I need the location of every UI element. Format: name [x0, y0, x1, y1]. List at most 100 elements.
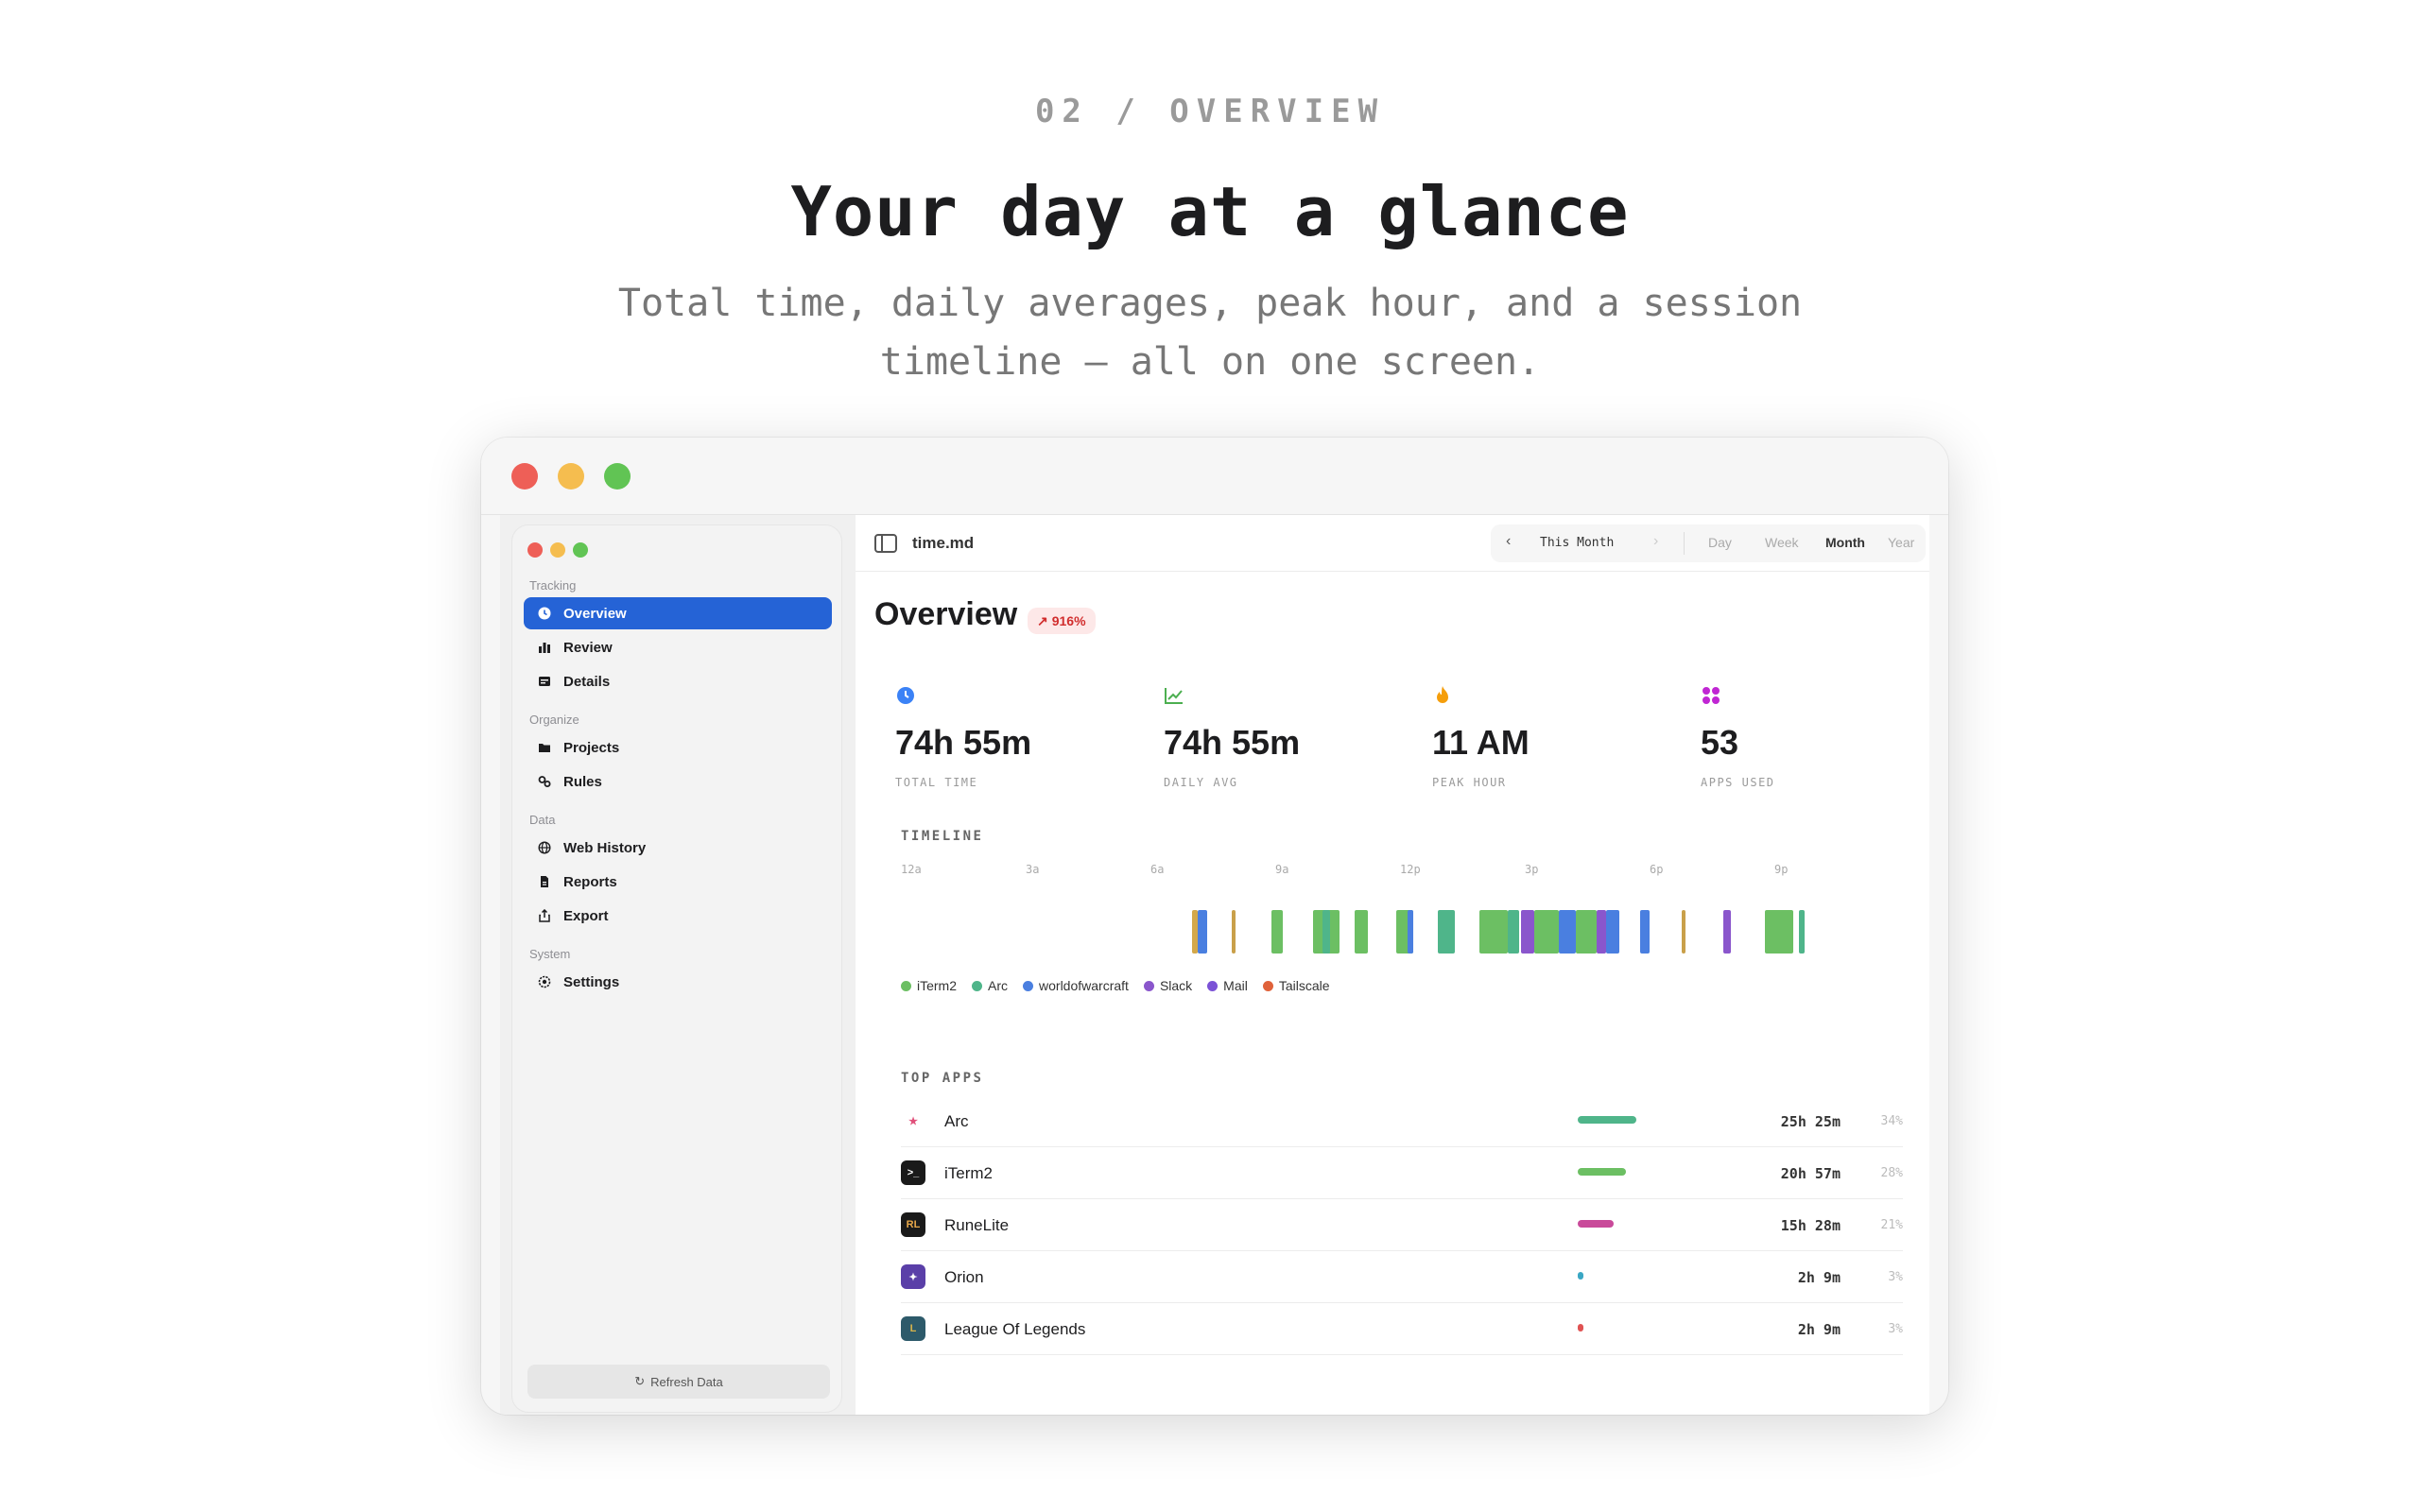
trend-icon — [1164, 685, 1184, 706]
app-row[interactable]: >_ iTerm2 20h 57m 28% — [901, 1147, 1903, 1199]
app-name: Orion — [944, 1268, 984, 1286]
session-bar[interactable] — [1799, 910, 1805, 954]
session-bar[interactable] — [1355, 910, 1368, 954]
toolbar: time.md ‹ This Month › Day Week Month Ye… — [856, 515, 1929, 572]
top-apps-label: TOP APPS — [901, 1071, 984, 1086]
stat-value: 74h 55m — [1164, 723, 1301, 762]
hour-tick: 6p — [1650, 863, 1664, 876]
clock-icon — [895, 685, 916, 706]
hour-tick: 12p — [1400, 863, 1421, 876]
next-period-button[interactable]: › — [1653, 533, 1658, 550]
sidebar-item-review[interactable]: Review — [524, 631, 832, 663]
app-time: 25h 25m — [1780, 1113, 1841, 1130]
period-week[interactable]: Week — [1765, 535, 1799, 550]
session-bar[interactable] — [1322, 910, 1330, 954]
session-bar[interactable] — [1198, 910, 1207, 954]
legend-item: Mail — [1207, 978, 1248, 993]
app-row[interactable]: RL RuneLite 15h 28m 21% — [901, 1199, 1903, 1251]
document-icon — [537, 874, 552, 889]
app-icon: ✦ — [901, 1264, 925, 1289]
app-row[interactable]: ★ Arc 25h 25m 34% — [901, 1095, 1903, 1147]
app-time: 2h 9m — [1797, 1269, 1841, 1286]
clock-icon — [537, 606, 552, 621]
session-bar[interactable] — [1479, 910, 1508, 954]
app-percent: 21% — [1880, 1218, 1903, 1232]
legend-label: Slack — [1159, 978, 1193, 993]
app-time: 20h 57m — [1780, 1165, 1841, 1182]
sidebar-item-projects[interactable]: Projects — [524, 731, 832, 764]
legend-item: Tailscale — [1262, 978, 1330, 993]
app-percent: 34% — [1880, 1114, 1903, 1128]
change-badge: ↗ 916% — [1028, 608, 1096, 634]
legend-label: Tailscale — [1278, 978, 1330, 993]
session-bar[interactable] — [1408, 910, 1413, 954]
session-bar[interactable] — [1723, 910, 1731, 954]
session-bar[interactable] — [1271, 910, 1283, 954]
session-bar[interactable] — [1534, 910, 1559, 954]
hour-tick: 9p — [1774, 863, 1789, 876]
sidebar-item-label: Overview — [563, 605, 627, 622]
usage-bar — [1578, 1324, 1583, 1332]
previous-period-button[interactable]: ‹ — [1506, 533, 1511, 550]
sidebar-section-label: System — [529, 947, 571, 961]
sidebar-toggle-icon[interactable] — [874, 534, 897, 553]
session-bar[interactable] — [1682, 910, 1685, 954]
app-row[interactable]: ✦ Orion 2h 9m 3% — [901, 1251, 1903, 1303]
sidebar-item-settings[interactable]: Settings — [524, 966, 832, 998]
refresh-label: Refresh Data — [650, 1374, 723, 1389]
session-bar[interactable] — [1521, 910, 1534, 954]
period-year[interactable]: Year — [1888, 535, 1914, 550]
legend-dot — [1207, 980, 1219, 991]
legend-label: Mail — [1223, 978, 1248, 993]
stat-daily-avg: 74h 55m DAILY AVG — [1164, 685, 1409, 789]
sidebar-item-overview[interactable]: Overview — [524, 597, 832, 629]
inner-zoom-button[interactable] — [573, 542, 588, 558]
session-bar[interactable] — [1597, 910, 1606, 954]
arrow-up-right-icon: ↗ — [1037, 612, 1048, 628]
usage-bar — [1578, 1220, 1615, 1228]
session-bar[interactable] — [1559, 910, 1576, 954]
gear-icon — [537, 974, 552, 989]
app-icon: L — [901, 1316, 925, 1341]
legend-dot — [1143, 980, 1154, 991]
hour-tick: 9a — [1275, 863, 1289, 876]
legend-item: Arc — [972, 978, 1008, 993]
legend-label: iTerm2 — [917, 978, 958, 993]
app-window: Tracking Overview Review Details Organiz… — [481, 438, 1948, 1415]
app-name: Arc — [944, 1112, 969, 1130]
sidebar-item-export[interactable]: Export — [524, 900, 832, 932]
zoom-window-button[interactable] — [604, 463, 631, 490]
app-icon: RL — [901, 1212, 925, 1237]
legend-label: Arc — [988, 978, 1009, 993]
period-month[interactable]: Month — [1825, 535, 1865, 550]
sidebar-item-label: Settings — [563, 973, 620, 990]
period-day[interactable]: Day — [1708, 535, 1732, 550]
sidebar-item-reports[interactable]: Reports — [524, 866, 832, 898]
sidebar-item-rules[interactable]: Rules — [524, 765, 832, 798]
session-bar[interactable] — [1232, 910, 1236, 954]
session-bar[interactable] — [1576, 910, 1597, 954]
session-bar[interactable] — [1508, 910, 1519, 954]
session-bar[interactable] — [1438, 910, 1455, 954]
refresh-data-button[interactable]: ↻ Refresh Data — [527, 1365, 830, 1399]
minimize-window-button[interactable] — [558, 463, 584, 490]
app-name: RuneLite — [944, 1216, 1010, 1234]
sidebar-item-web-history[interactable]: Web History — [524, 832, 832, 864]
session-bar[interactable] — [1640, 910, 1650, 954]
stat-value: 11 AM — [1432, 723, 1530, 762]
app-name: League Of Legends — [944, 1320, 1086, 1338]
inner-close-button[interactable] — [527, 542, 543, 558]
app-time: 15h 28m — [1780, 1217, 1841, 1234]
section-kicker: 02 / OVERVIEW — [1034, 93, 1386, 130]
range-label: This Month — [1540, 536, 1615, 550]
sidebar-item-label: Rules — [563, 773, 602, 790]
grid-icon — [1701, 685, 1721, 706]
session-bar[interactable] — [1606, 910, 1619, 954]
session-bar[interactable] — [1765, 910, 1793, 954]
hero-subtitle-line: Total time, daily averages, peak hour, a… — [617, 282, 1803, 325]
sidebar-item-details[interactable]: Details — [524, 665, 832, 697]
close-window-button[interactable] — [511, 463, 538, 490]
stat-peak-hour: 11 AM PEAK HOUR — [1432, 685, 1678, 789]
inner-minimize-button[interactable] — [550, 542, 565, 558]
app-row[interactable]: L League Of Legends 2h 9m 3% — [901, 1303, 1903, 1355]
